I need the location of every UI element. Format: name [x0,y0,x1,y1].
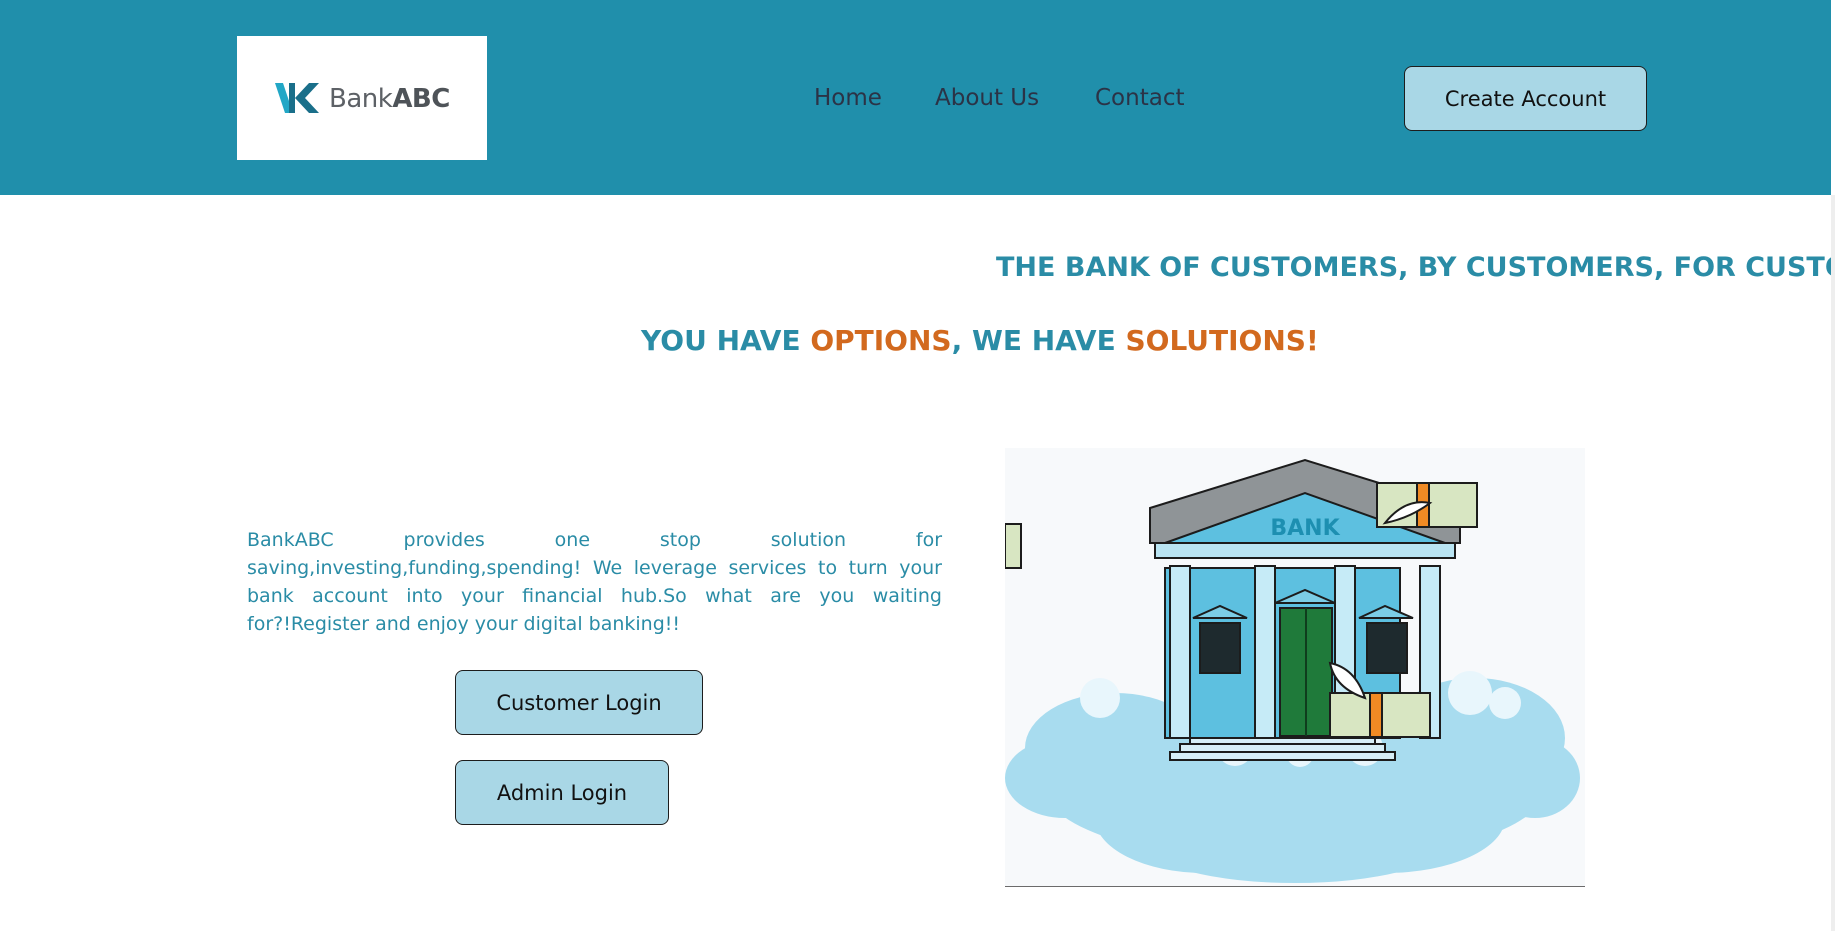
logo-text-bank: Bank [329,84,393,114]
scrollbar-track[interactable] [1831,195,1835,931]
bank-on-cloud-illustration: BANK [1005,448,1585,887]
logo-text: BankABC [329,84,450,114]
marquee-banner: THE BANK OF CUSTOMERS, BY CUSTOMERS, FOR… [996,248,1831,288]
nav-link-contact[interactable]: Contact [1095,82,1184,114]
admin-login-button[interactable]: Admin Login [455,760,669,825]
logo[interactable]: BankABC [237,36,487,160]
nav-link-about-us[interactable]: About Us [935,82,1039,114]
intro-paragraph: BankABC provides one stop solution for s… [247,529,942,635]
logo-text-abc: ABC [392,84,450,114]
tagline-options: OPTIONS [810,324,952,357]
page: BankABC Home About Us Contact Create Acc… [0,0,1835,931]
customer-login-button[interactable]: Customer Login [455,670,703,735]
tagline-part-1: YOU HAVE [641,324,811,357]
bank-illustration-svg: BANK [1005,458,1580,883]
bank-abc-logo-icon [275,83,319,113]
site-header: BankABC Home About Us Contact Create Acc… [0,0,1831,195]
building-sign: BANK [1270,516,1340,541]
tagline-part-3: , WE HAVE [951,324,1126,357]
nav-link-home[interactable]: Home [814,82,882,114]
tagline-solutions: SOLUTIONS! [1125,324,1319,357]
create-account-button[interactable]: Create Account [1404,66,1647,131]
marquee-text: THE BANK OF CUSTOMERS, BY CUSTOMERS, FOR… [996,252,1831,283]
